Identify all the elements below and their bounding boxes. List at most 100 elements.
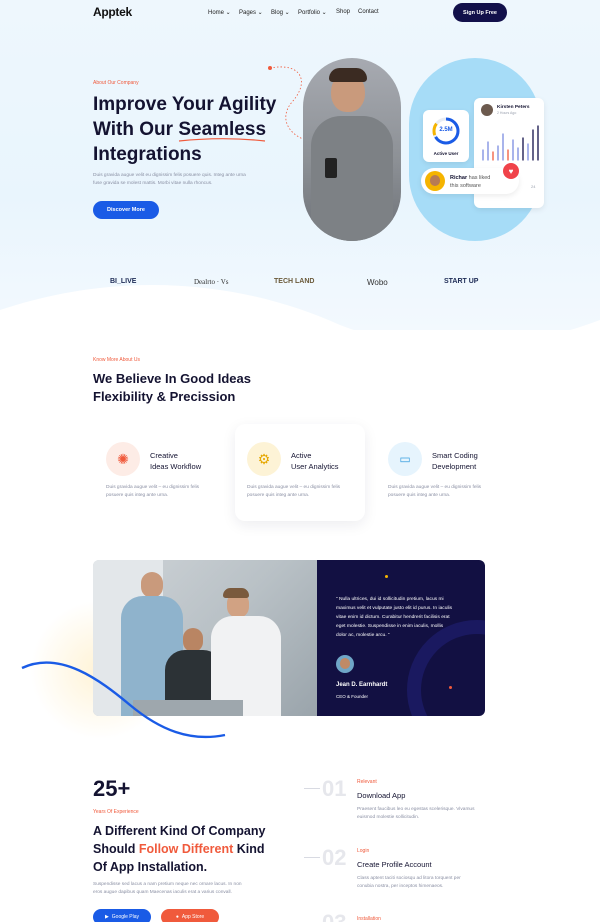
nav-home[interactable]: Home ⌄: [208, 9, 231, 16]
avatar: [336, 655, 354, 673]
code-window-icon: ▭: [388, 442, 422, 476]
nav-blog[interactable]: Blog ⌄: [271, 9, 290, 16]
hero-desc-line-2: fuse gravida se molest mattis. Morbi vit…: [93, 181, 213, 186]
feature-title-analytics: Active User Analytics: [291, 450, 339, 472]
sign-up-button[interactable]: Sign Up Free: [453, 3, 507, 22]
feature-creative[interactable]: ✺: [106, 442, 140, 476]
experience-title-line-3: Of App Installation.: [93, 860, 208, 874]
active-user-card: 2.5M Active User: [423, 110, 469, 162]
quote-line-5: dolor ac, molestie arcu. ”: [336, 633, 390, 638]
feature-desc-coding-2: posuere quis integ ante urna.: [388, 493, 451, 498]
avatar: [481, 104, 493, 116]
quote-line-3: vitae enim id dictum. Curabitur hendreri…: [336, 615, 450, 620]
nav-shop[interactable]: Shop: [336, 9, 350, 15]
person-2-head: [183, 628, 203, 652]
experience-kicker: Years Of Experience: [93, 809, 139, 815]
partner-logo-dealrto: Dealrto · Vs: [194, 278, 229, 286]
notification-action: has liked: [467, 175, 491, 181]
feature-desc-coding-1: Duis gravida augue velit – eu dignissim …: [388, 485, 482, 490]
google-play-label: Google Play: [111, 914, 140, 920]
nav-contact[interactable]: Contact: [358, 9, 379, 15]
step-desc-2-line-2: conubia nostra, per inceptos himenaeos.: [357, 884, 444, 889]
feature-title-coding: Smart Coding Development: [432, 450, 478, 472]
person-1-head: [141, 572, 163, 598]
step-divider: [304, 857, 320, 858]
feature-title-coding-2: Development: [432, 462, 477, 471]
feature-desc-creative-1: Duis gravida augue velit – eu dignissim …: [106, 485, 200, 490]
step-divider: [304, 788, 320, 789]
heart-icon: ♥: [503, 163, 519, 179]
feature-desc-creative: Duis gravida augue velit – eu dignissim …: [106, 484, 226, 500]
nav-portfolio[interactable]: Portfolio ⌄: [298, 9, 327, 16]
photo-hair: [329, 68, 367, 82]
quote-line-2: maximus velit et vulputate justo elit id…: [336, 606, 453, 611]
phone-icon: [325, 158, 337, 178]
testimonial-card: “ Nulla ultrices, dui id sollicitudin pr…: [317, 560, 485, 716]
apple-icon: ●: [175, 914, 179, 920]
testimonial-quote: “ Nulla ultrices, dui id sollicitudin pr…: [336, 595, 476, 640]
experience-title-highlight: Follow Different: [138, 842, 234, 856]
feature-title-analytics-2: User Analytics: [291, 462, 339, 471]
partner-logo-bilive: BI_LIVE: [110, 278, 137, 285]
notification-text: Richar has liked this software: [450, 174, 490, 190]
analytics-icon: ⚙: [247, 442, 281, 476]
testimonial-role: CEO & Founder: [336, 694, 369, 699]
blue-wave-decoration: [21, 661, 226, 739]
google-play-button[interactable]: ▶ Google Play: [93, 909, 151, 922]
feature-title-analytics-1: Active: [291, 451, 312, 460]
feature-desc-analytics-2: posuere quis integ ante urna.: [247, 493, 310, 498]
notification-name: Richar: [450, 175, 468, 181]
nav-pages[interactable]: Pages ⌄: [239, 9, 263, 16]
stat-value: 2.5M: [439, 127, 453, 133]
feature-desc-creative-2: posuere quis integ ante urna.: [106, 493, 169, 498]
experience-title-line-1: A Different Kind Of Company: [93, 824, 266, 838]
step-number-3: 03: [322, 910, 346, 922]
testimonial-name: Jean D. Earnhardt: [336, 682, 388, 688]
step-kicker-2: Login: [357, 848, 370, 854]
feature-coding[interactable]: ▭: [388, 442, 422, 476]
experience-title: A Different Kind Of Company Should Follo…: [93, 822, 293, 876]
hero-title-prefix: With Our: [93, 119, 179, 140]
step-desc-2-line-1: Class aptent taciti sociosqu ad litora t…: [357, 876, 461, 881]
photo-shirt: [311, 116, 393, 241]
notification-object: this software: [450, 183, 481, 189]
hero-desc-line-1: Duis gravida augue velit eu dignissim fe…: [93, 173, 246, 178]
feature-title-creative-2: Ideas Workflow: [150, 462, 202, 471]
app-store-label: App Store: [181, 914, 205, 920]
counter: 24: [531, 184, 536, 189]
underline-swash-icon: [179, 138, 266, 142]
feature-desc-analytics: Duis gravida augue velit – eu dignissim …: [247, 484, 367, 500]
experience-description: Suspendisse sed lacus a nam pretium nequ…: [93, 881, 283, 897]
feature-analytics[interactable]: ⚙: [247, 442, 281, 476]
partner-logo-wobo: Wobo: [367, 278, 388, 287]
quote-line-4: eget molestie. Suspendisse in enim iacul…: [336, 624, 444, 629]
experience-title-line-2: Should Follow Different Kind: [93, 840, 293, 858]
step-number-2: 02: [322, 845, 347, 870]
about-kicker: Know More About Us: [93, 357, 140, 363]
partner-logo-startup: START UP: [444, 278, 479, 285]
app-store-button[interactable]: ● App Store: [161, 909, 219, 922]
hero-man-photo: [303, 58, 401, 241]
stat-label: Active User: [433, 151, 459, 156]
profile-name: Kirsten Peters: [497, 105, 530, 110]
step-title-2: Create Profile Account: [357, 860, 432, 869]
step-kicker-1: Relevant: [357, 779, 377, 785]
brand-logo[interactable]: Apptek: [93, 5, 132, 19]
feature-title-coding-1: Smart Coding: [432, 451, 478, 460]
about-title-line-1: We Believe In Good Ideas: [93, 371, 251, 386]
hero-title-highlight: Seamless: [178, 119, 266, 142]
about-title-line-2: Flexibility & Precission: [93, 389, 236, 404]
step-desc-1: Praesent faucibus leo eu egestas sceleri…: [357, 806, 517, 822]
feature-desc-coding: Duis gravida augue velit – eu dignissim …: [388, 484, 508, 500]
experience-number: 25+: [93, 776, 131, 801]
bar-sparkline: [482, 125, 539, 161]
hero-description: Duis gravida augue velit eu dignissim fe…: [93, 172, 283, 188]
notification-avatar: [425, 171, 445, 191]
experience-title-suffix: Kind: [233, 842, 265, 856]
step-desc-2: Class aptent taciti sociosqu ad litora t…: [357, 875, 517, 891]
step-desc-1-line-2: euismod molestie sollicitudin.: [357, 815, 420, 820]
step-desc-1-line-1: Praesent faucibus leo eu egestas sceleri…: [357, 807, 475, 812]
play-icon: ▶: [104, 914, 109, 920]
discover-more-button[interactable]: Discover More: [93, 201, 159, 219]
profile-time: 2 Hours Ago: [497, 111, 517, 115]
